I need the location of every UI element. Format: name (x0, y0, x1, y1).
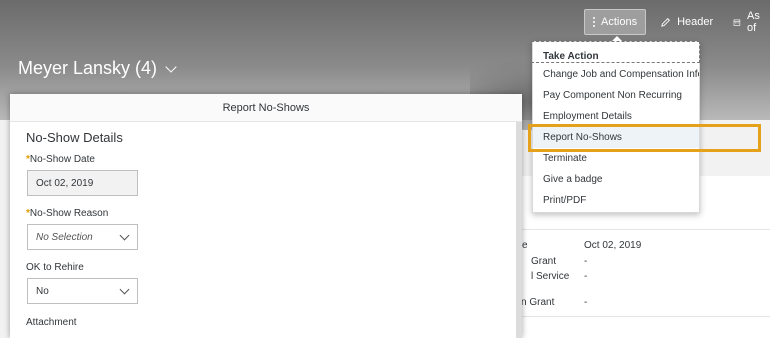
no-show-date-label: *No-Show Date (26, 154, 95, 165)
dialog-scrollbar[interactable] (516, 122, 522, 338)
pencil-icon (661, 17, 671, 27)
field-label-text: OK to Rehire (26, 262, 84, 273)
detail-value: - (584, 297, 588, 308)
field-label-text: No-Show Date (29, 154, 95, 165)
no-show-reason-select[interactable]: No Selection (27, 224, 138, 250)
field-label-text: No-Show Reason (29, 208, 109, 219)
field-value: Oct 02, 2019 (36, 177, 94, 189)
divider (521, 229, 770, 230)
highlight-annotation-box (528, 124, 761, 152)
detail-value: - (584, 256, 588, 267)
field-value: No Selection (36, 231, 93, 243)
menu-item-print-pdf[interactable]: Print/PDF (533, 190, 699, 211)
dialog-title: Report No-Shows (222, 101, 310, 114)
ok-to-rehire-label: OK to Rehire (26, 262, 84, 273)
detail-label: l Service (531, 271, 570, 282)
chevron-down-icon (165, 60, 177, 73)
menu-item-give-a-badge[interactable]: Give a badge (533, 169, 699, 190)
detail-value: - (584, 271, 588, 282)
chevron-down-icon (119, 284, 130, 295)
attachment-label: Attachment (26, 317, 77, 328)
calendar-icon (733, 19, 741, 26)
dialog-header: Report No-Shows (10, 94, 522, 122)
menu-item-change-job-and-compensation-info[interactable]: Change Job and Compensation Info (533, 64, 699, 85)
as-of-date-button[interactable]: As of (725, 9, 770, 35)
detail-label: e (522, 240, 528, 251)
field-value: No (36, 285, 49, 297)
menu-item-pay-component-non-recurring[interactable]: Pay Component Non Recurring (533, 85, 699, 106)
menu-focus-outline (531, 41, 700, 63)
employee-name: Meyer Lansky (4) (18, 58, 158, 78)
detail-value: Oct 02, 2019 (584, 240, 642, 251)
detail-label: n Grant (521, 297, 555, 308)
actions-button[interactable]: Actions (584, 9, 647, 35)
detail-label: Grant (531, 256, 557, 267)
chevron-down-icon (119, 230, 130, 241)
ok-to-rehire-select[interactable]: No (27, 278, 138, 304)
report-no-shows-dialog: Report No-Shows No-Show Details *No-Show… (10, 94, 522, 338)
actions-label: Actions (601, 16, 638, 28)
header-button[interactable]: Header (652, 9, 721, 35)
as-of-label: As of (747, 10, 760, 34)
more-vertical-icon (593, 17, 595, 27)
employee-name-selector[interactable]: Meyer Lansky (4) (18, 58, 177, 79)
divider (521, 316, 770, 317)
section-title: No-Show Details (26, 130, 123, 145)
no-show-reason-label: *No-Show Reason (26, 208, 108, 219)
header-label: Header (677, 16, 714, 28)
header-toolbar: Actions Header As of (584, 9, 770, 35)
no-show-date-field[interactable]: Oct 02, 2019 (27, 170, 138, 196)
field-label-text: Attachment (26, 317, 77, 328)
